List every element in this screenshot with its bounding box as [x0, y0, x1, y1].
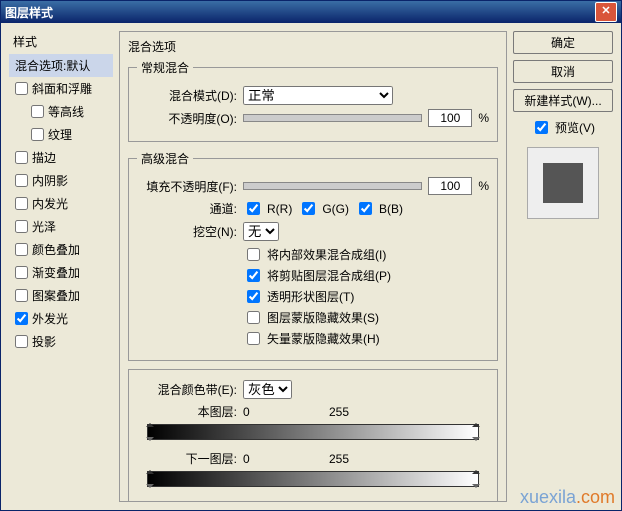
watermark: xuexila.com — [520, 487, 615, 508]
action-panel: 确定 取消 新建样式(W)... 预览(V) — [513, 31, 613, 502]
sidebar-label: 颜色叠加 — [32, 241, 80, 258]
opacity-value[interactable]: 100 — [428, 109, 472, 127]
sidebar-item-2[interactable]: 等高线 — [9, 100, 113, 123]
new-style-button[interactable]: 新建样式(W)... — [513, 89, 613, 112]
sidebar-label: 渐变叠加 — [32, 264, 80, 281]
blend-mode-label: 混合模式(D): — [137, 87, 237, 104]
sidebar-item-1[interactable]: 斜面和浮雕 — [9, 77, 113, 100]
this-layer-label: 本图层: — [137, 403, 237, 420]
sidebar-item-11[interactable]: 外发光 — [9, 307, 113, 330]
panel-title: 混合选项 — [128, 38, 498, 55]
adv-opt-0[interactable]: 将内部效果混合成组(I) — [243, 245, 489, 264]
channel-r[interactable]: R(R) — [243, 199, 292, 218]
sidebar-check-4[interactable] — [15, 151, 28, 164]
blend-mode-select[interactable]: 正常 — [243, 86, 393, 105]
close-button[interactable]: ✕ — [595, 2, 617, 22]
knockout-select[interactable]: 无 — [243, 222, 279, 241]
opacity-slider[interactable] — [243, 114, 422, 122]
advanced-blend-group: 高级混合 填充不透明度(F): 100 % 通道: R(R) G(G) B(B)… — [128, 150, 498, 361]
sidebar-check-8[interactable] — [15, 243, 28, 256]
channel-g[interactable]: G(G) — [298, 199, 349, 218]
sidebar-item-10[interactable]: 图案叠加 — [9, 284, 113, 307]
sidebar-label: 描边 — [32, 149, 56, 166]
sidebar-label: 光泽 — [32, 218, 56, 235]
channel-b[interactable]: B(B) — [355, 199, 403, 218]
fill-suffix: % — [478, 179, 489, 193]
opacity-suffix: % — [478, 111, 489, 125]
sidebar-item-4[interactable]: 描边 — [9, 146, 113, 169]
sidebar-label: 内阴影 — [32, 172, 68, 189]
sidebar-check-2[interactable] — [31, 105, 44, 118]
advanced-legend: 高级混合 — [137, 150, 193, 167]
sidebar-label: 混合选项:默认 — [15, 57, 90, 74]
opacity-label: 不透明度(O): — [137, 110, 237, 127]
sidebar-item-0[interactable]: 混合选项:默认 — [9, 54, 113, 77]
fill-opacity-slider[interactable] — [243, 182, 422, 190]
sidebar-check-12[interactable] — [15, 335, 28, 348]
general-legend: 常规混合 — [137, 59, 193, 76]
channels-label: 通道: — [137, 200, 237, 217]
preview-swatch — [543, 163, 583, 203]
styles-sidebar: 样式 混合选项:默认斜面和浮雕等高线纹理描边内阴影内发光光泽颜色叠加渐变叠加图案… — [9, 31, 113, 502]
blendif-label: 混合颜色带(E): — [137, 381, 237, 398]
blend-if-group: 混合颜色带(E): 灰色 本图层: 0 255 下一图层: 0 255 — [128, 369, 498, 502]
this-layer-gradient[interactable] — [147, 424, 479, 440]
ok-button[interactable]: 确定 — [513, 31, 613, 54]
preview-box — [527, 147, 599, 219]
window-title: 图层样式 — [5, 4, 53, 21]
sidebar-item-8[interactable]: 颜色叠加 — [9, 238, 113, 261]
under-layer-label: 下一图层: — [137, 450, 237, 467]
blendif-select[interactable]: 灰色 — [243, 380, 292, 399]
fill-opacity-value[interactable]: 100 — [428, 177, 472, 195]
sidebar-check-7[interactable] — [15, 220, 28, 233]
under-layer-gradient[interactable] — [147, 471, 479, 487]
sidebar-check-1[interactable] — [15, 82, 28, 95]
options-panel: 混合选项 常规混合 混合模式(D): 正常 不透明度(O): 100 % 高级混… — [119, 31, 507, 502]
knockout-label: 挖空(N): — [137, 223, 237, 240]
adv-opt-1[interactable]: 将剪贴图层混合成组(P) — [243, 266, 489, 285]
adv-opt-4[interactable]: 矢量蒙版隐藏效果(H) — [243, 329, 489, 348]
sidebar-label: 纹理 — [48, 126, 72, 143]
sidebar-check-5[interactable] — [15, 174, 28, 187]
sidebar-label: 图案叠加 — [32, 287, 80, 304]
sidebar-check-10[interactable] — [15, 289, 28, 302]
sidebar-item-12[interactable]: 投影 — [9, 330, 113, 353]
under-lo: 0 — [243, 452, 323, 466]
under-hi: 255 — [329, 452, 349, 466]
adv-opt-3[interactable]: 图层蒙版隐藏效果(S) — [243, 308, 489, 327]
sidebar-label: 投影 — [32, 333, 56, 350]
this-hi: 255 — [329, 405, 349, 419]
cancel-button[interactable]: 取消 — [513, 60, 613, 83]
preview-checkbox[interactable]: 预览(V) — [513, 118, 613, 137]
layer-style-dialog: 图层样式 ✕ 样式 混合选项:默认斜面和浮雕等高线纹理描边内阴影内发光光泽颜色叠… — [0, 0, 622, 511]
sidebar-item-7[interactable]: 光泽 — [9, 215, 113, 238]
general-blend-group: 常规混合 混合模式(D): 正常 不透明度(O): 100 % — [128, 59, 498, 142]
sidebar-check-11[interactable] — [15, 312, 28, 325]
sidebar-check-3[interactable] — [31, 128, 44, 141]
sidebar-item-3[interactable]: 纹理 — [9, 123, 113, 146]
sidebar-check-9[interactable] — [15, 266, 28, 279]
sidebar-header: 样式 — [9, 31, 113, 54]
sidebar-item-9[interactable]: 渐变叠加 — [9, 261, 113, 284]
this-lo: 0 — [243, 405, 323, 419]
sidebar-item-5[interactable]: 内阴影 — [9, 169, 113, 192]
adv-opt-2[interactable]: 透明形状图层(T) — [243, 287, 489, 306]
titlebar: 图层样式 ✕ — [1, 1, 621, 23]
sidebar-check-6[interactable] — [15, 197, 28, 210]
sidebar-label: 外发光 — [32, 310, 68, 327]
sidebar-label: 斜面和浮雕 — [32, 80, 92, 97]
sidebar-label: 等高线 — [48, 103, 84, 120]
fill-opacity-label: 填充不透明度(F): — [137, 178, 237, 195]
sidebar-label: 内发光 — [32, 195, 68, 212]
sidebar-item-6[interactable]: 内发光 — [9, 192, 113, 215]
